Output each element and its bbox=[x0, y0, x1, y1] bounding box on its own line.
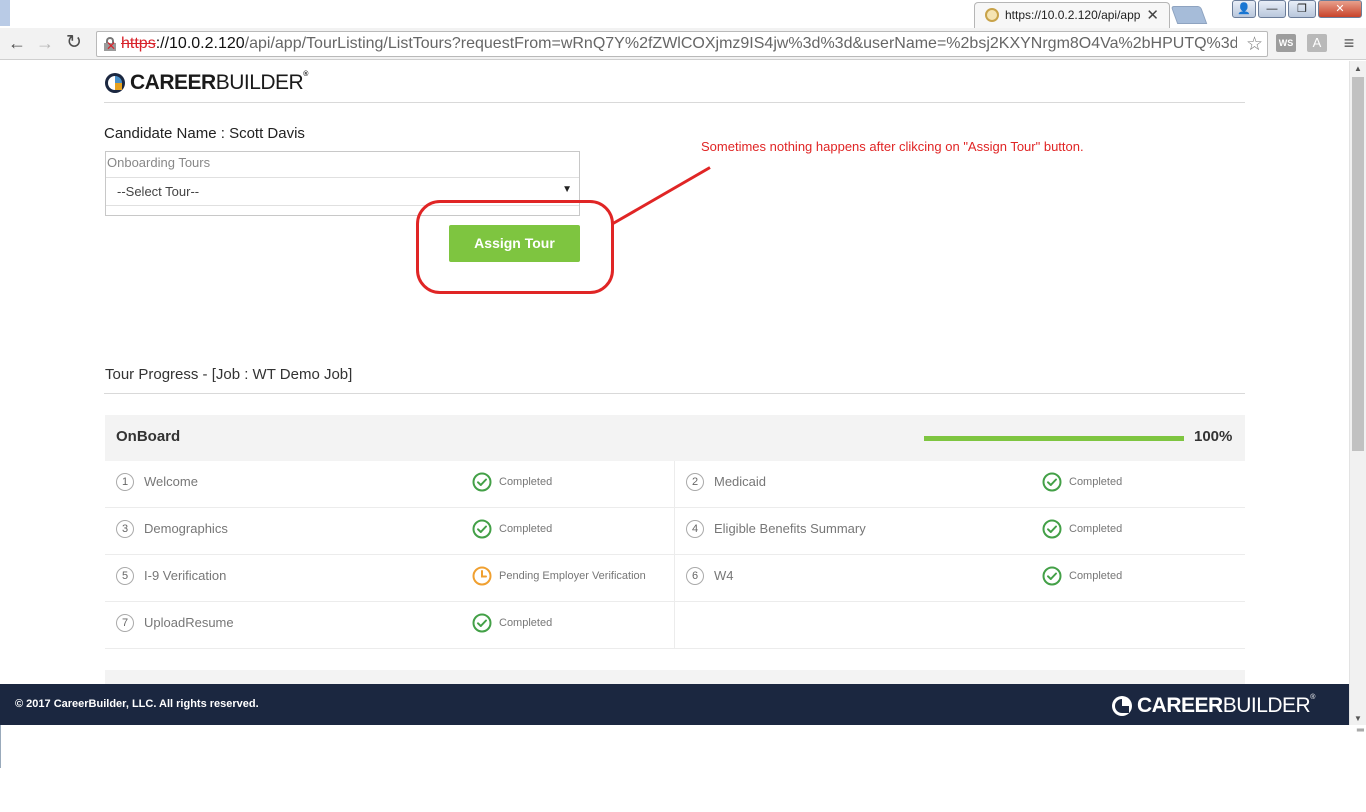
tour-progress-bar bbox=[924, 436, 1184, 441]
step-status: Pending Employer Verification bbox=[499, 570, 646, 582]
step-number-badge: 2 bbox=[686, 473, 704, 491]
footer-logo-icon bbox=[1112, 696, 1132, 716]
onboarding-tours-label: Onboarding Tours bbox=[107, 155, 211, 170]
minimize-button[interactable]: — bbox=[1258, 0, 1286, 18]
forward-arrow-icon[interactable]: → bbox=[33, 32, 57, 56]
new-tab-button[interactable] bbox=[1170, 6, 1208, 24]
check-circle-icon bbox=[472, 519, 492, 539]
check-circle-icon bbox=[1042, 472, 1062, 492]
step-row: 3 Demographics Completed 4 Eligible Benefits… bbox=[105, 508, 1245, 555]
annotation-pointer-line bbox=[612, 166, 711, 225]
step-name[interactable]: Medicaid bbox=[714, 474, 766, 489]
check-circle-icon bbox=[1042, 519, 1062, 539]
step-number-badge: 5 bbox=[116, 567, 134, 585]
browser-titlebar: https://10.0.2.120/api/app ✕ 👤 — ❐ ✕ bbox=[0, 0, 1366, 28]
step-number-badge: 7 bbox=[116, 614, 134, 632]
page-footer: © 2017 CareerBuilder, LLC. All rights re… bbox=[0, 684, 1349, 725]
footer-logo: CAREERBUILDER® bbox=[1111, 694, 1315, 718]
maximize-button[interactable]: ❐ bbox=[1288, 0, 1316, 18]
step-cell: 7 UploadResume Completed bbox=[105, 602, 675, 649]
address-bar[interactable]: ✕ https://10.0.2.120/api/app/TourListing… bbox=[96, 31, 1268, 57]
resize-grip-icon[interactable]: ═ bbox=[1357, 725, 1364, 736]
page-scrollbar[interactable]: ▲ ▼ bbox=[1349, 61, 1366, 725]
step-name[interactable]: Welcome bbox=[144, 474, 198, 489]
bookmark-star-icon[interactable]: ☆ bbox=[1246, 33, 1263, 56]
step-status: Completed bbox=[499, 617, 553, 629]
back-arrow-icon[interactable]: ← bbox=[5, 32, 29, 56]
step-status: Completed bbox=[499, 523, 553, 535]
step-status: Completed bbox=[499, 476, 553, 488]
step-cell: 3 Demographics Completed bbox=[105, 508, 675, 555]
check-circle-icon bbox=[472, 472, 492, 492]
annotation-note: Sometimes nothing happens after clikcing… bbox=[701, 139, 1084, 154]
scroll-up-icon[interactable]: ▲ bbox=[1354, 64, 1362, 73]
tab-title: https://10.0.2.120/api/app bbox=[1005, 8, 1141, 22]
clock-icon bbox=[472, 566, 492, 586]
step-status: Completed bbox=[1069, 476, 1123, 488]
url-text[interactable]: https://10.0.2.120/api/app/TourListing/L… bbox=[121, 35, 1237, 53]
close-window-button[interactable]: ✕ bbox=[1318, 0, 1362, 18]
step-cell bbox=[675, 602, 1245, 649]
step-status: Completed bbox=[1069, 523, 1123, 535]
tab-close-icon[interactable]: ✕ bbox=[1146, 6, 1159, 24]
browser-menu-icon[interactable]: ≡ bbox=[1340, 33, 1358, 53]
candidate-name: Candidate Name : Scott Davis bbox=[104, 125, 305, 142]
step-name[interactable]: UploadResume bbox=[144, 615, 234, 630]
step-row: 7 UploadResume Completed bbox=[105, 602, 1245, 649]
step-row: 1 Welcome Completed 2 Medicaid Completed bbox=[105, 461, 1245, 508]
step-name[interactable]: W4 bbox=[714, 568, 734, 583]
extension-pdf-icon[interactable]: A bbox=[1307, 34, 1327, 52]
annotation-circle bbox=[416, 200, 614, 294]
tour-select-value: --Select Tour-- bbox=[117, 184, 200, 199]
browser-tab[interactable]: https://10.0.2.120/api/app ✕ bbox=[974, 2, 1170, 28]
copyright-text: © 2017 CareerBuilder, LLC. All rights re… bbox=[15, 698, 259, 710]
tour-progress-title: Tour Progress - [Job : WT Demo Job] bbox=[105, 366, 353, 383]
step-number-badge: 4 bbox=[686, 520, 704, 538]
scroll-down-icon[interactable]: ▼ bbox=[1354, 714, 1362, 723]
logo-text: CAREERBUILDER® bbox=[130, 71, 308, 94]
careerbuilder-logo-icon bbox=[105, 73, 125, 93]
step-status: Completed bbox=[1069, 570, 1123, 582]
step-name[interactable]: I-9 Verification bbox=[144, 568, 226, 583]
step-cell: 6 W4 Completed bbox=[675, 555, 1245, 602]
window-edge bbox=[0, 0, 10, 26]
site-favicon-icon bbox=[985, 8, 999, 22]
header-divider bbox=[104, 102, 1245, 103]
tour-name: OnBoard bbox=[116, 428, 181, 445]
check-circle-icon bbox=[472, 613, 492, 633]
tour-progress-percent: 100% bbox=[1194, 428, 1233, 445]
browser-toolbar: ← → ↻ ✕ https://10.0.2.120/api/app/TourL… bbox=[0, 28, 1366, 60]
tour-progress-divider bbox=[104, 393, 1245, 394]
window-controls: 👤 — ❐ ✕ bbox=[1232, 0, 1362, 20]
page-content: CAREERBUILDER® Candidate Name : Scott Da… bbox=[0, 61, 1349, 684]
step-cell: 1 Welcome Completed bbox=[105, 461, 675, 508]
chevron-down-icon: ▼ bbox=[562, 184, 572, 195]
reload-icon[interactable]: ↻ bbox=[62, 32, 86, 56]
step-cell: 2 Medicaid Completed bbox=[675, 461, 1245, 508]
tour-steps-grid: 1 Welcome Completed 2 Medicaid Completed 3 Demo… bbox=[105, 461, 1245, 649]
tour-header: OnBoard 100% bbox=[105, 415, 1245, 461]
step-name[interactable]: Eligible Benefits Summary bbox=[714, 521, 866, 536]
footer-logo-text: CAREERBUILDER® bbox=[1137, 694, 1315, 717]
next-tour-header bbox=[105, 670, 1245, 684]
check-circle-icon bbox=[1042, 566, 1062, 586]
step-name[interactable]: Demographics bbox=[144, 521, 228, 536]
step-cell: 4 Eligible Benefits Summary Completed bbox=[675, 508, 1245, 555]
step-number-badge: 3 bbox=[116, 520, 134, 538]
insecure-lock-icon[interactable]: ✕ bbox=[104, 37, 116, 53]
extension-ws-icon[interactable]: WS bbox=[1276, 34, 1296, 52]
step-number-badge: 6 bbox=[686, 567, 704, 585]
careerbuilder-logo: CAREERBUILDER® bbox=[104, 71, 308, 95]
step-cell: 5 I-9 Verification Pending Employer Verifi… bbox=[105, 555, 675, 602]
step-row: 5 I-9 Verification Pending Employer Verifi… bbox=[105, 555, 1245, 602]
scrollbar-thumb[interactable] bbox=[1352, 77, 1364, 451]
profile-icon[interactable]: 👤 bbox=[1232, 0, 1256, 18]
window-edge-bottom bbox=[0, 725, 1, 768]
window-bottom-area: ═ bbox=[0, 725, 1366, 812]
step-number-badge: 1 bbox=[116, 473, 134, 491]
